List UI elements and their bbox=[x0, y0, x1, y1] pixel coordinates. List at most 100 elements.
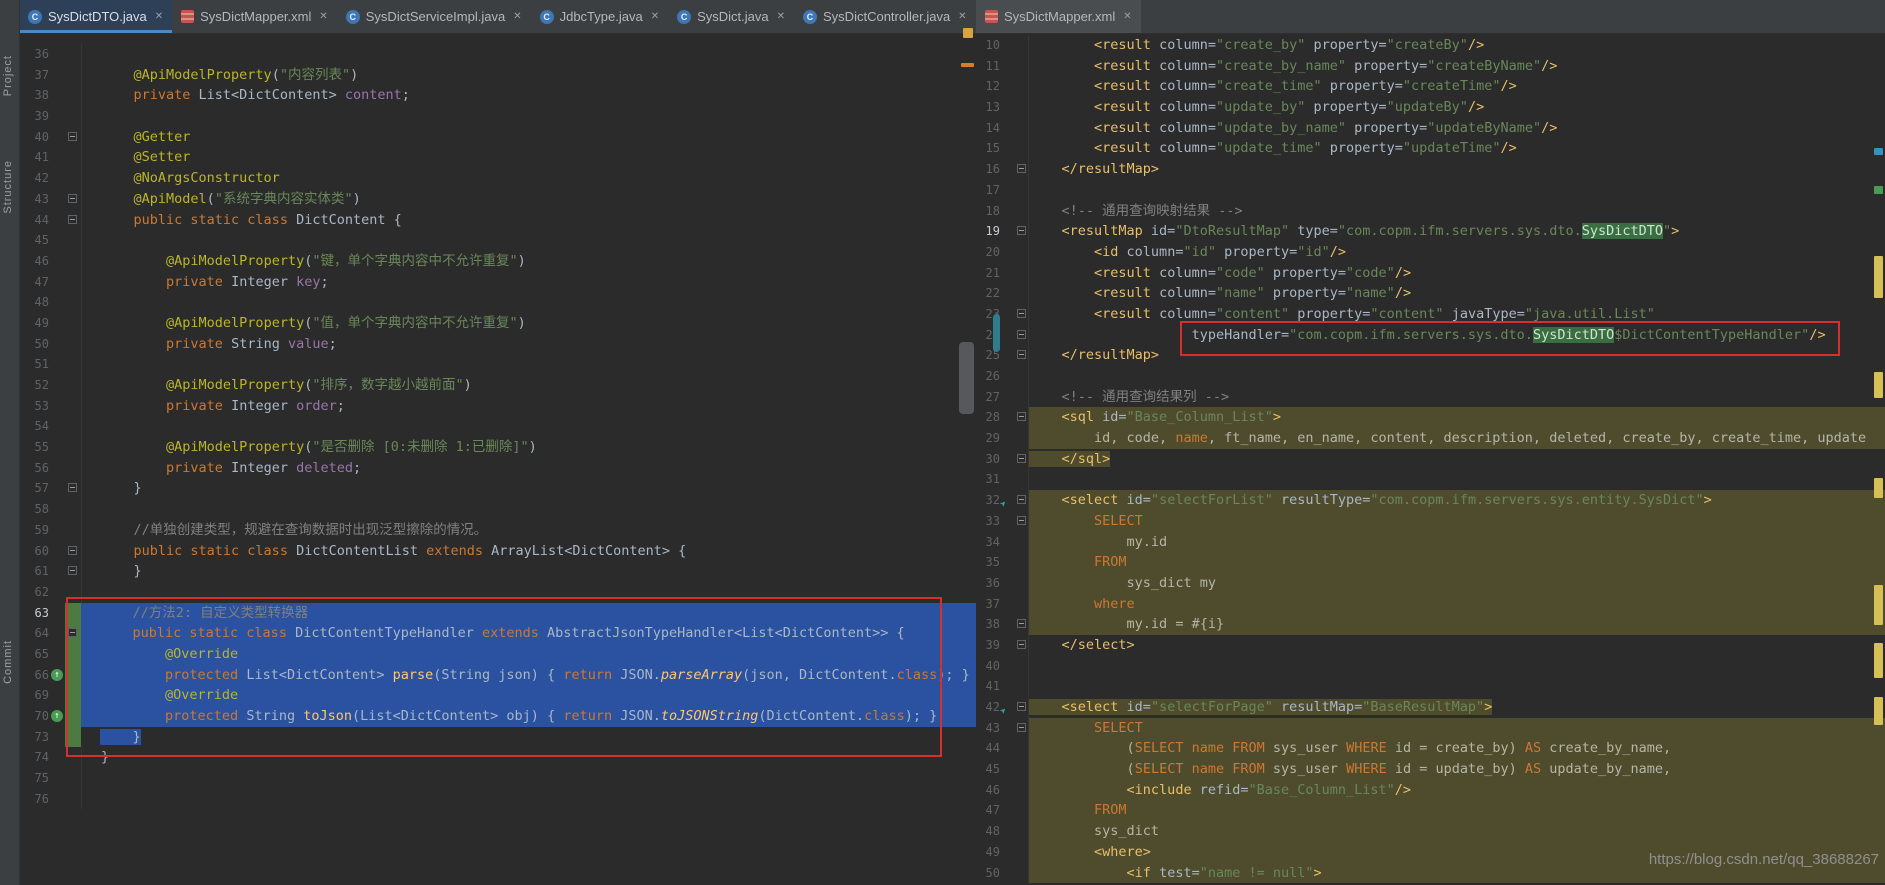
code-line[interactable]: 11 <result column="create_by_name" prope… bbox=[976, 56, 1885, 77]
code-line[interactable]: 66↑ protected List<DictContent> parse(St… bbox=[19, 665, 976, 686]
code-line[interactable]: 20 <id column="id" property="id"/> bbox=[976, 242, 1885, 263]
code-line[interactable]: 22 <result column="name" property="name"… bbox=[976, 283, 1885, 304]
code-line[interactable]: 25 </resultMap> bbox=[976, 345, 1885, 366]
code-line[interactable]: 43 SELECT bbox=[976, 718, 1885, 739]
code-line[interactable]: 48 sys_dict bbox=[976, 821, 1885, 842]
code-line[interactable]: 36 bbox=[19, 44, 976, 65]
tab-close-icon[interactable]: ✕ bbox=[651, 11, 659, 22]
code-line[interactable]: 64 public static class DictContentTypeHa… bbox=[19, 623, 976, 644]
code-fold-icon[interactable] bbox=[68, 566, 77, 575]
code-line[interactable]: 12 <result column="create_time" property… bbox=[976, 76, 1885, 97]
code-line[interactable]: 33 SELECT bbox=[976, 511, 1885, 532]
code-line[interactable]: 53 private Integer order; bbox=[19, 396, 976, 417]
code-fold-icon[interactable] bbox=[68, 194, 77, 203]
overriding-method-icon[interactable]: ↑ bbox=[51, 710, 63, 722]
code-fold-icon[interactable] bbox=[1017, 330, 1026, 339]
code-fold-icon[interactable] bbox=[1017, 164, 1026, 173]
code-fold-icon[interactable] bbox=[1017, 702, 1026, 711]
code-line[interactable]: 45 (SELECT name FROM sys_user WHERE id =… bbox=[976, 759, 1885, 780]
code-line[interactable]: 31 bbox=[976, 469, 1885, 490]
tab-sysdictmapper-xml[interactable]: SysDictMapper.xml✕ bbox=[172, 0, 337, 33]
code-line[interactable]: 46 <include refid="Base_Column_List"/> bbox=[976, 780, 1885, 801]
code-line[interactable]: 38 my.id = #{i} bbox=[976, 614, 1885, 635]
code-line[interactable]: 34 my.id bbox=[976, 532, 1885, 553]
code-fold-icon[interactable] bbox=[68, 215, 77, 224]
xml-editor[interactable]: 10 <result column="create_by" property="… bbox=[976, 34, 1885, 885]
code-line[interactable]: 62 bbox=[19, 582, 976, 603]
code-line[interactable]: 39 bbox=[19, 106, 976, 127]
code-line[interactable]: 35 FROM bbox=[976, 552, 1885, 573]
tab-close-icon[interactable]: ✕ bbox=[777, 11, 785, 22]
code-fold-icon[interactable] bbox=[1017, 495, 1026, 504]
code-line[interactable]: 61 } bbox=[19, 561, 976, 582]
code-line[interactable]: 41 bbox=[976, 676, 1885, 697]
code-line[interactable]: 37 @ApiModelProperty("内容列表") bbox=[19, 65, 976, 86]
tab-close-icon[interactable]: ✕ bbox=[155, 11, 163, 22]
code-line[interactable]: 10 <result column="create_by" property="… bbox=[976, 35, 1885, 56]
tool-window-button-structure[interactable]: Structure bbox=[2, 160, 14, 214]
code-line[interactable]: 47 private Integer key; bbox=[19, 272, 976, 293]
code-line[interactable]: 76 bbox=[19, 789, 976, 810]
code-line[interactable]: 55 @ApiModelProperty("是否删除 [0:未删除 1:已删除]… bbox=[19, 437, 976, 458]
code-line[interactable]: 48 bbox=[19, 292, 976, 313]
code-line[interactable]: 54 bbox=[19, 416, 976, 437]
tab-sysdictdto-java[interactable]: CSysDictDTO.java✕ bbox=[19, 0, 172, 33]
code-line[interactable]: 69 @Override bbox=[19, 685, 976, 706]
code-fold-icon[interactable] bbox=[1017, 350, 1026, 359]
code-fold-icon[interactable] bbox=[1017, 516, 1026, 525]
code-line[interactable]: 16 </resultMap> bbox=[976, 159, 1885, 180]
code-line[interactable]: 50 private String value; bbox=[19, 334, 976, 355]
code-line[interactable]: 46 @ApiModelProperty("键，单个字典内容中不允许重复") bbox=[19, 251, 976, 272]
code-line[interactable]: 14 <result column="update_by_name" prope… bbox=[976, 118, 1885, 139]
tab-sysdictmapper-xml[interactable]: SysDictMapper.xml✕ bbox=[976, 0, 1141, 33]
code-line[interactable]: 43 @ApiModel("系统字典内容实体类") bbox=[19, 189, 976, 210]
code-line[interactable]: 37 where bbox=[976, 594, 1885, 615]
tab-sysdictserviceimpl-java[interactable]: CSysDictServiceImpl.java✕ bbox=[337, 0, 531, 33]
code-line[interactable]: 45 bbox=[19, 230, 976, 251]
code-line[interactable]: 58 bbox=[19, 499, 976, 520]
code-line[interactable]: 41 @Setter bbox=[19, 147, 976, 168]
overriding-method-icon[interactable]: ↑ bbox=[51, 669, 63, 681]
code-line[interactable]: 75 bbox=[19, 768, 976, 789]
code-line[interactable]: 47 FROM bbox=[976, 800, 1885, 821]
code-fold-icon[interactable] bbox=[1017, 454, 1026, 463]
code-line[interactable]: 29 id, code, name, ft_name, en_name, con… bbox=[976, 428, 1885, 449]
tab-close-icon[interactable]: ✕ bbox=[1123, 11, 1131, 22]
code-line[interactable]: 52 @ApiModelProperty("排序，数字越小越前面") bbox=[19, 375, 976, 396]
code-line[interactable]: 38 private List<DictContent> content; bbox=[19, 85, 976, 106]
tab-jdbctype-java[interactable]: CJdbcType.java✕ bbox=[531, 0, 669, 33]
code-fold-icon[interactable] bbox=[68, 483, 77, 492]
tab-close-icon[interactable]: ✕ bbox=[513, 11, 521, 22]
code-fold-icon[interactable] bbox=[1017, 723, 1026, 732]
code-line[interactable]: 28 <sql id="Base_Column_List"> bbox=[976, 407, 1885, 428]
code-line[interactable]: 44 public static class DictContent { bbox=[19, 210, 976, 231]
code-line[interactable]: 56 private Integer deleted; bbox=[19, 458, 976, 479]
code-line[interactable]: 17 bbox=[976, 180, 1885, 201]
code-line[interactable]: 65 @Override bbox=[19, 644, 976, 665]
code-fold-icon[interactable] bbox=[68, 132, 77, 141]
code-line[interactable]: 39 </select> bbox=[976, 635, 1885, 656]
tool-window-button-project[interactable]: Project bbox=[2, 55, 14, 96]
code-line[interactable]: 36 sys_dict my bbox=[976, 573, 1885, 594]
code-fold-icon[interactable] bbox=[1017, 309, 1026, 318]
code-line[interactable]: 26 bbox=[976, 366, 1885, 387]
code-line[interactable]: 42➤ <select id="selectForPage" resultMap… bbox=[976, 697, 1885, 718]
code-fold-icon[interactable] bbox=[1017, 412, 1026, 421]
left-scrollbar-thumb[interactable] bbox=[959, 342, 974, 414]
code-line[interactable]: 19 <resultMap id="DtoResultMap" type="co… bbox=[976, 221, 1885, 242]
tab-sysdictcontroller-java[interactable]: CSysDictController.java✕ bbox=[794, 0, 976, 33]
code-fold-icon[interactable] bbox=[68, 628, 77, 637]
code-line[interactable]: 73 } bbox=[19, 727, 976, 748]
code-line[interactable]: 57 } bbox=[19, 478, 976, 499]
code-fold-icon[interactable] bbox=[1017, 640, 1026, 649]
code-line[interactable]: 40 bbox=[976, 656, 1885, 677]
code-line[interactable]: 18 <!-- 通用查询映射结果 --> bbox=[976, 201, 1885, 222]
code-line[interactable]: 70↑ protected String toJson(List<DictCon… bbox=[19, 706, 976, 727]
tab-close-icon[interactable]: ✕ bbox=[958, 11, 966, 22]
code-fold-icon[interactable] bbox=[1017, 619, 1026, 628]
code-line[interactable]: 42 @NoArgsConstructor bbox=[19, 168, 976, 189]
code-line[interactable]: 27 <!-- 通用查询结果列 --> bbox=[976, 387, 1885, 408]
tab-sysdict-java[interactable]: CSysDict.java✕ bbox=[668, 0, 794, 33]
code-line[interactable]: 51 bbox=[19, 354, 976, 375]
code-line[interactable]: 32➤ <select id="selectForList" resultTyp… bbox=[976, 490, 1885, 511]
